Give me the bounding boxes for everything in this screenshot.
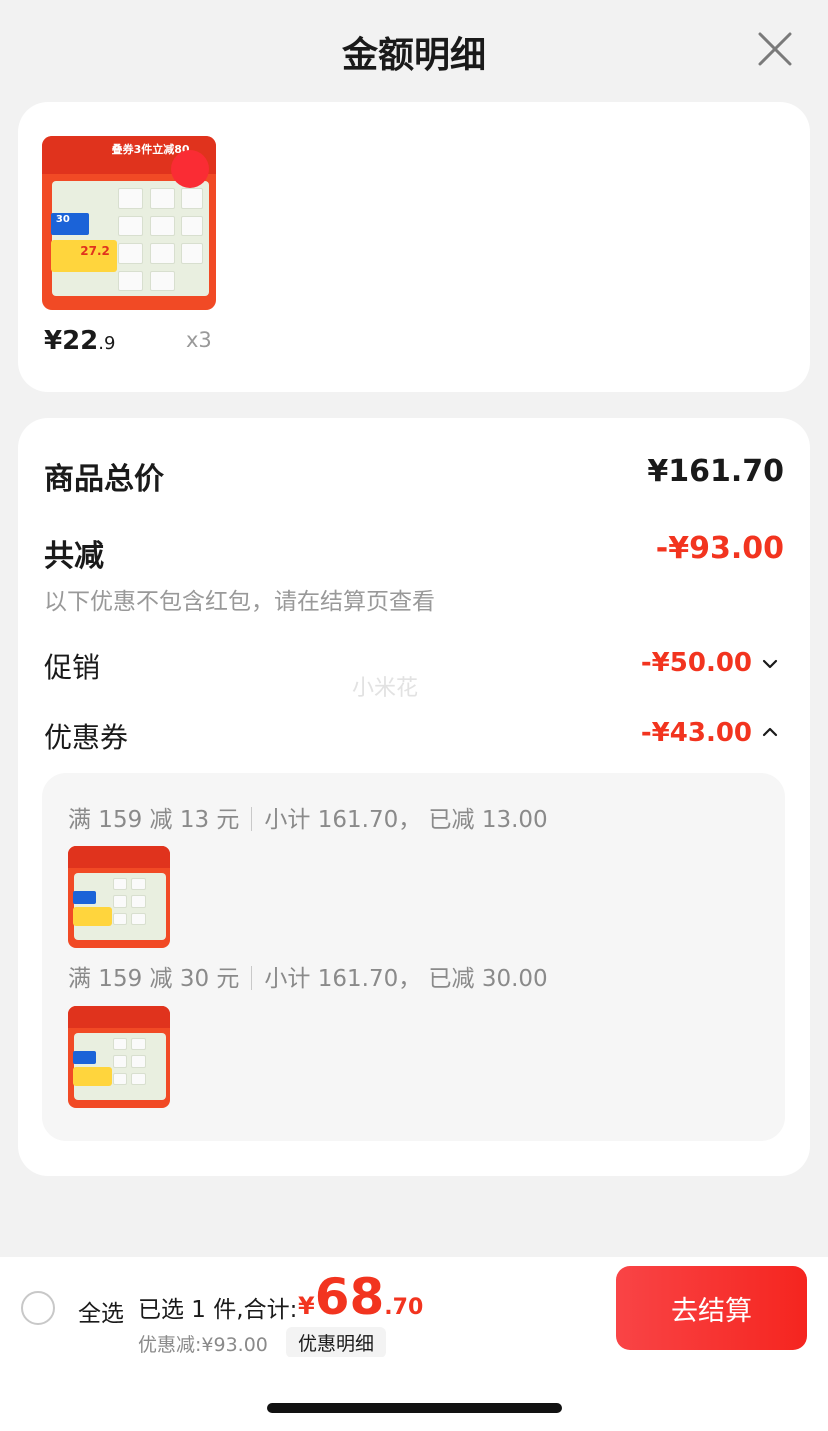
product-price-decimal: .9 xyxy=(98,333,116,354)
divider xyxy=(251,966,253,990)
price-tag xyxy=(73,907,112,926)
product-quantity: x3 xyxy=(186,328,212,352)
header: 金额明细 xyxy=(0,0,828,100)
product-pack-area xyxy=(74,872,166,940)
price-tag-number: 27.2 xyxy=(80,243,110,258)
selection-summary: 已选 1 件,合计: xyxy=(138,1297,298,1323)
total-price-symbol: ¥ xyxy=(298,1292,315,1320)
product-pack-area xyxy=(74,1032,166,1100)
total-value: ¥161.70 xyxy=(647,454,784,489)
coupon-subtotal: 小计 161.70， 已减 30.00 xyxy=(264,966,548,992)
coupon-rule-line: 满 159 减 13 元小计 161.70， 已减 13.00 xyxy=(68,800,548,834)
home-indicator[interactable] xyxy=(267,1403,562,1413)
divider xyxy=(251,807,253,831)
promotion-value[interactable]: -¥50.00 xyxy=(641,648,752,678)
coupon-tag-number: 30 xyxy=(55,214,70,226)
product-price: ¥22.9 xyxy=(44,326,115,356)
select-all-radio[interactable] xyxy=(21,1291,55,1325)
coupon-value[interactable]: -¥43.00 xyxy=(641,718,752,748)
chevron-up-icon[interactable] xyxy=(762,726,778,738)
total-price-decimal: .70 xyxy=(384,1295,424,1320)
product-banner xyxy=(68,846,170,869)
reduction-label: 共减 xyxy=(44,539,104,574)
promotion-label[interactable]: 促销 xyxy=(44,646,100,686)
coupon-label[interactable]: 优惠券 xyxy=(44,716,128,756)
total-price: ¥68.70 xyxy=(298,1268,423,1326)
watermark: 小米花 xyxy=(352,676,419,701)
coupon-rule: 满 159 减 13 元 xyxy=(68,807,240,833)
coupon-product-image[interactable] xyxy=(68,1006,170,1108)
select-all-label[interactable]: 全选 xyxy=(78,1294,124,1328)
product-banner xyxy=(68,1006,170,1029)
coupon-tag xyxy=(73,1050,96,1065)
reduction-value: -¥93.00 xyxy=(655,531,784,566)
close-icon[interactable] xyxy=(756,30,794,68)
product-pack-area xyxy=(52,181,210,297)
total-label: 商品总价 xyxy=(44,462,164,497)
coupon-product-image[interactable] xyxy=(68,846,170,948)
total-price-integer: 68 xyxy=(314,1268,385,1326)
page-title: 金额明细 xyxy=(341,35,486,76)
product-price-integer: ¥22 xyxy=(44,326,99,356)
price-tag xyxy=(73,1067,112,1086)
coupon-rule-line: 满 159 减 30 元小计 161.70， 已减 30.00 xyxy=(68,959,548,993)
discount-detail-button[interactable]: 优惠明细 xyxy=(286,1327,387,1358)
check-badge-icon xyxy=(170,149,210,189)
coupon-tag xyxy=(73,890,96,905)
reduction-note: 以下优惠不包含红包，请在结算页查看 xyxy=(44,589,435,615)
coupon-subtotal: 小计 161.70， 已减 13.00 xyxy=(264,807,548,833)
chevron-down-icon[interactable] xyxy=(762,658,778,670)
product-image[interactable]: 叠券3件立减80 30 27.2 xyxy=(42,136,216,310)
checkout-button[interactable]: 去结算 xyxy=(616,1266,807,1350)
discount-summary: 优惠减:¥93.00 xyxy=(138,1334,268,1356)
coupon-rule: 满 159 减 30 元 xyxy=(68,966,240,992)
home-area xyxy=(0,1357,828,1431)
